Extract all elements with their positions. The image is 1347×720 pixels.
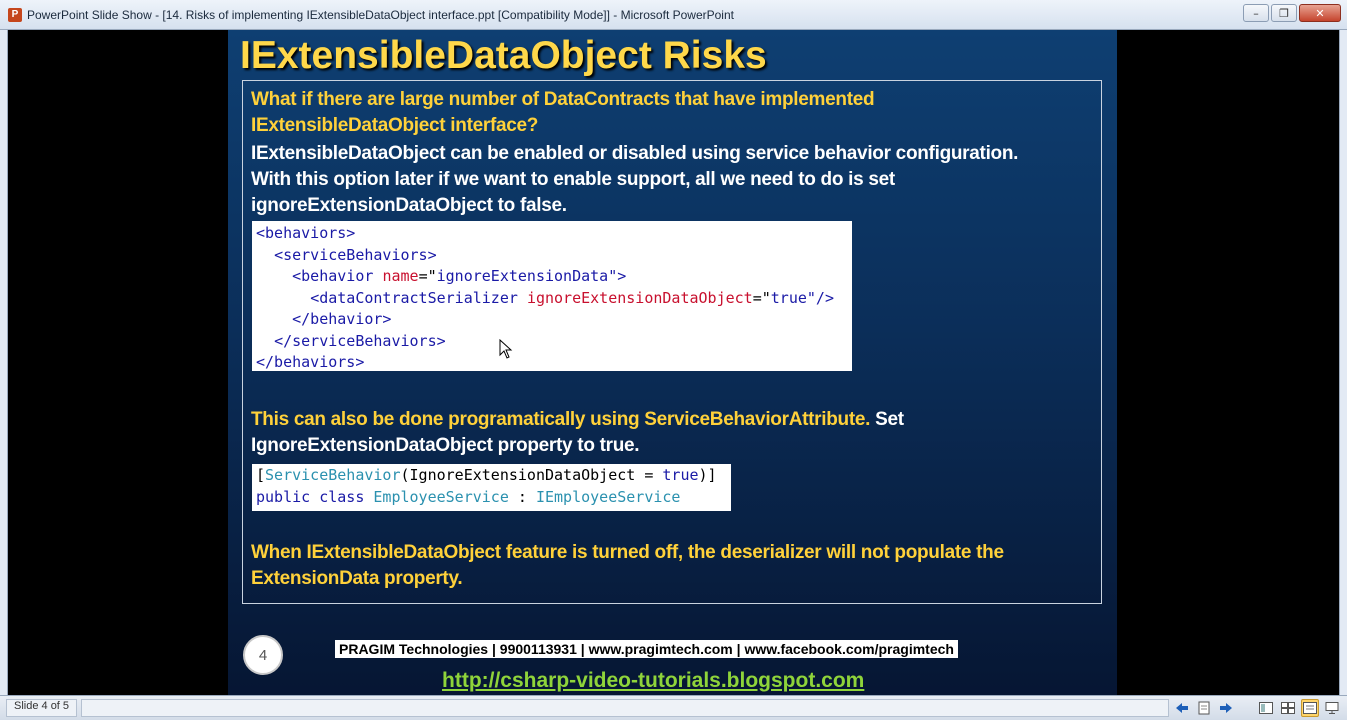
question-text: What if there are large number of DataCo… (251, 87, 875, 139)
normal-view-icon[interactable] (1257, 699, 1275, 717)
answer-text: IExtensibleDataObject can be enabled or … (251, 141, 1018, 219)
slide-indicator: Slide 4 of 5 (6, 699, 78, 717)
powerpoint-app-icon: P (8, 7, 22, 22)
code-line: public class EmployeeService : IEmployee… (256, 487, 681, 506)
answer-line: ignoreExtensionDataObject to false. (251, 195, 567, 216)
close-icon[interactable]: ✕ (1299, 4, 1341, 22)
code-line: </behaviors> (256, 353, 365, 371)
programmatic-line: This can also be done programatically us… (251, 409, 904, 430)
code-line: <serviceBehaviors> (274, 245, 437, 264)
answer-line: IExtensibleDataObject can be enabled or … (251, 143, 1019, 164)
prev-icon[interactable] (1173, 699, 1191, 717)
footer-banner: PRAGIM Technologies | 9900113931 | www.p… (335, 640, 958, 658)
notes-icon[interactable] (1195, 699, 1213, 717)
conclusion-line: When IExtensibleDataObject feature is tu… (251, 542, 1004, 563)
code-line: <dataContractSerializer ignoreExtensionD… (310, 288, 834, 307)
slide-title: IExtensibleDataObject Risks (240, 34, 767, 77)
window-title: PowerPoint Slide Show - [14. Risks of im… (27, 7, 734, 22)
code-line: </behavior> (292, 310, 392, 328)
window-frame-right (1339, 30, 1347, 695)
code-line: </serviceBehaviors> (274, 331, 446, 350)
slideshow-icon[interactable] (1323, 699, 1341, 717)
answer-line: With this option later if we want to ena… (251, 169, 895, 190)
window-controls: – ❐ ✕ (1243, 4, 1341, 22)
minimize-icon[interactable]: – (1243, 4, 1269, 22)
slide-sorter-icon[interactable] (1279, 699, 1297, 717)
code-line: [ServiceBehavior(IgnoreExtensionDataObje… (256, 466, 717, 484)
blog-link[interactable]: http://csharp-video-tutorials.blogspot.c… (442, 669, 864, 693)
status-bar: Slide 4 of 5 (0, 695, 1347, 720)
restore-icon[interactable]: ❐ (1271, 4, 1297, 22)
window-titlebar: P PowerPoint Slide Show - [14. Risks of … (0, 0, 1347, 30)
mouse-cursor-icon (499, 339, 513, 359)
conclusion-text: When IExtensibleDataObject feature is tu… (251, 540, 1004, 592)
config-code-block: <behaviors> <serviceBehaviors> <behavior… (252, 221, 852, 371)
reading-view-icon[interactable] (1301, 699, 1319, 717)
status-spacer (81, 699, 1169, 717)
code-line: <behavior name="ignoreExtensionData"> (292, 267, 627, 285)
attribute-code-block: [ServiceBehavior(IgnoreExtensionDataObje… (252, 464, 731, 511)
question-line: What if there are large number of DataCo… (251, 89, 875, 110)
slide[interactable]: IExtensibleDataObject Risks What if ther… (228, 30, 1117, 695)
conclusion-line: ExtensionData property. (251, 568, 463, 589)
window-frame-left (0, 30, 8, 695)
status-tools (1173, 699, 1341, 717)
programmatic-text: This can also be done programatically us… (251, 407, 904, 459)
programmatic-line: IgnoreExtensionDataObject property to tr… (251, 435, 640, 456)
question-line: IExtensibleDataObject interface? (251, 115, 539, 136)
next-icon[interactable] (1217, 699, 1235, 717)
slide-number-badge: 4 (243, 635, 283, 675)
code-line: <behaviors> (256, 224, 356, 242)
